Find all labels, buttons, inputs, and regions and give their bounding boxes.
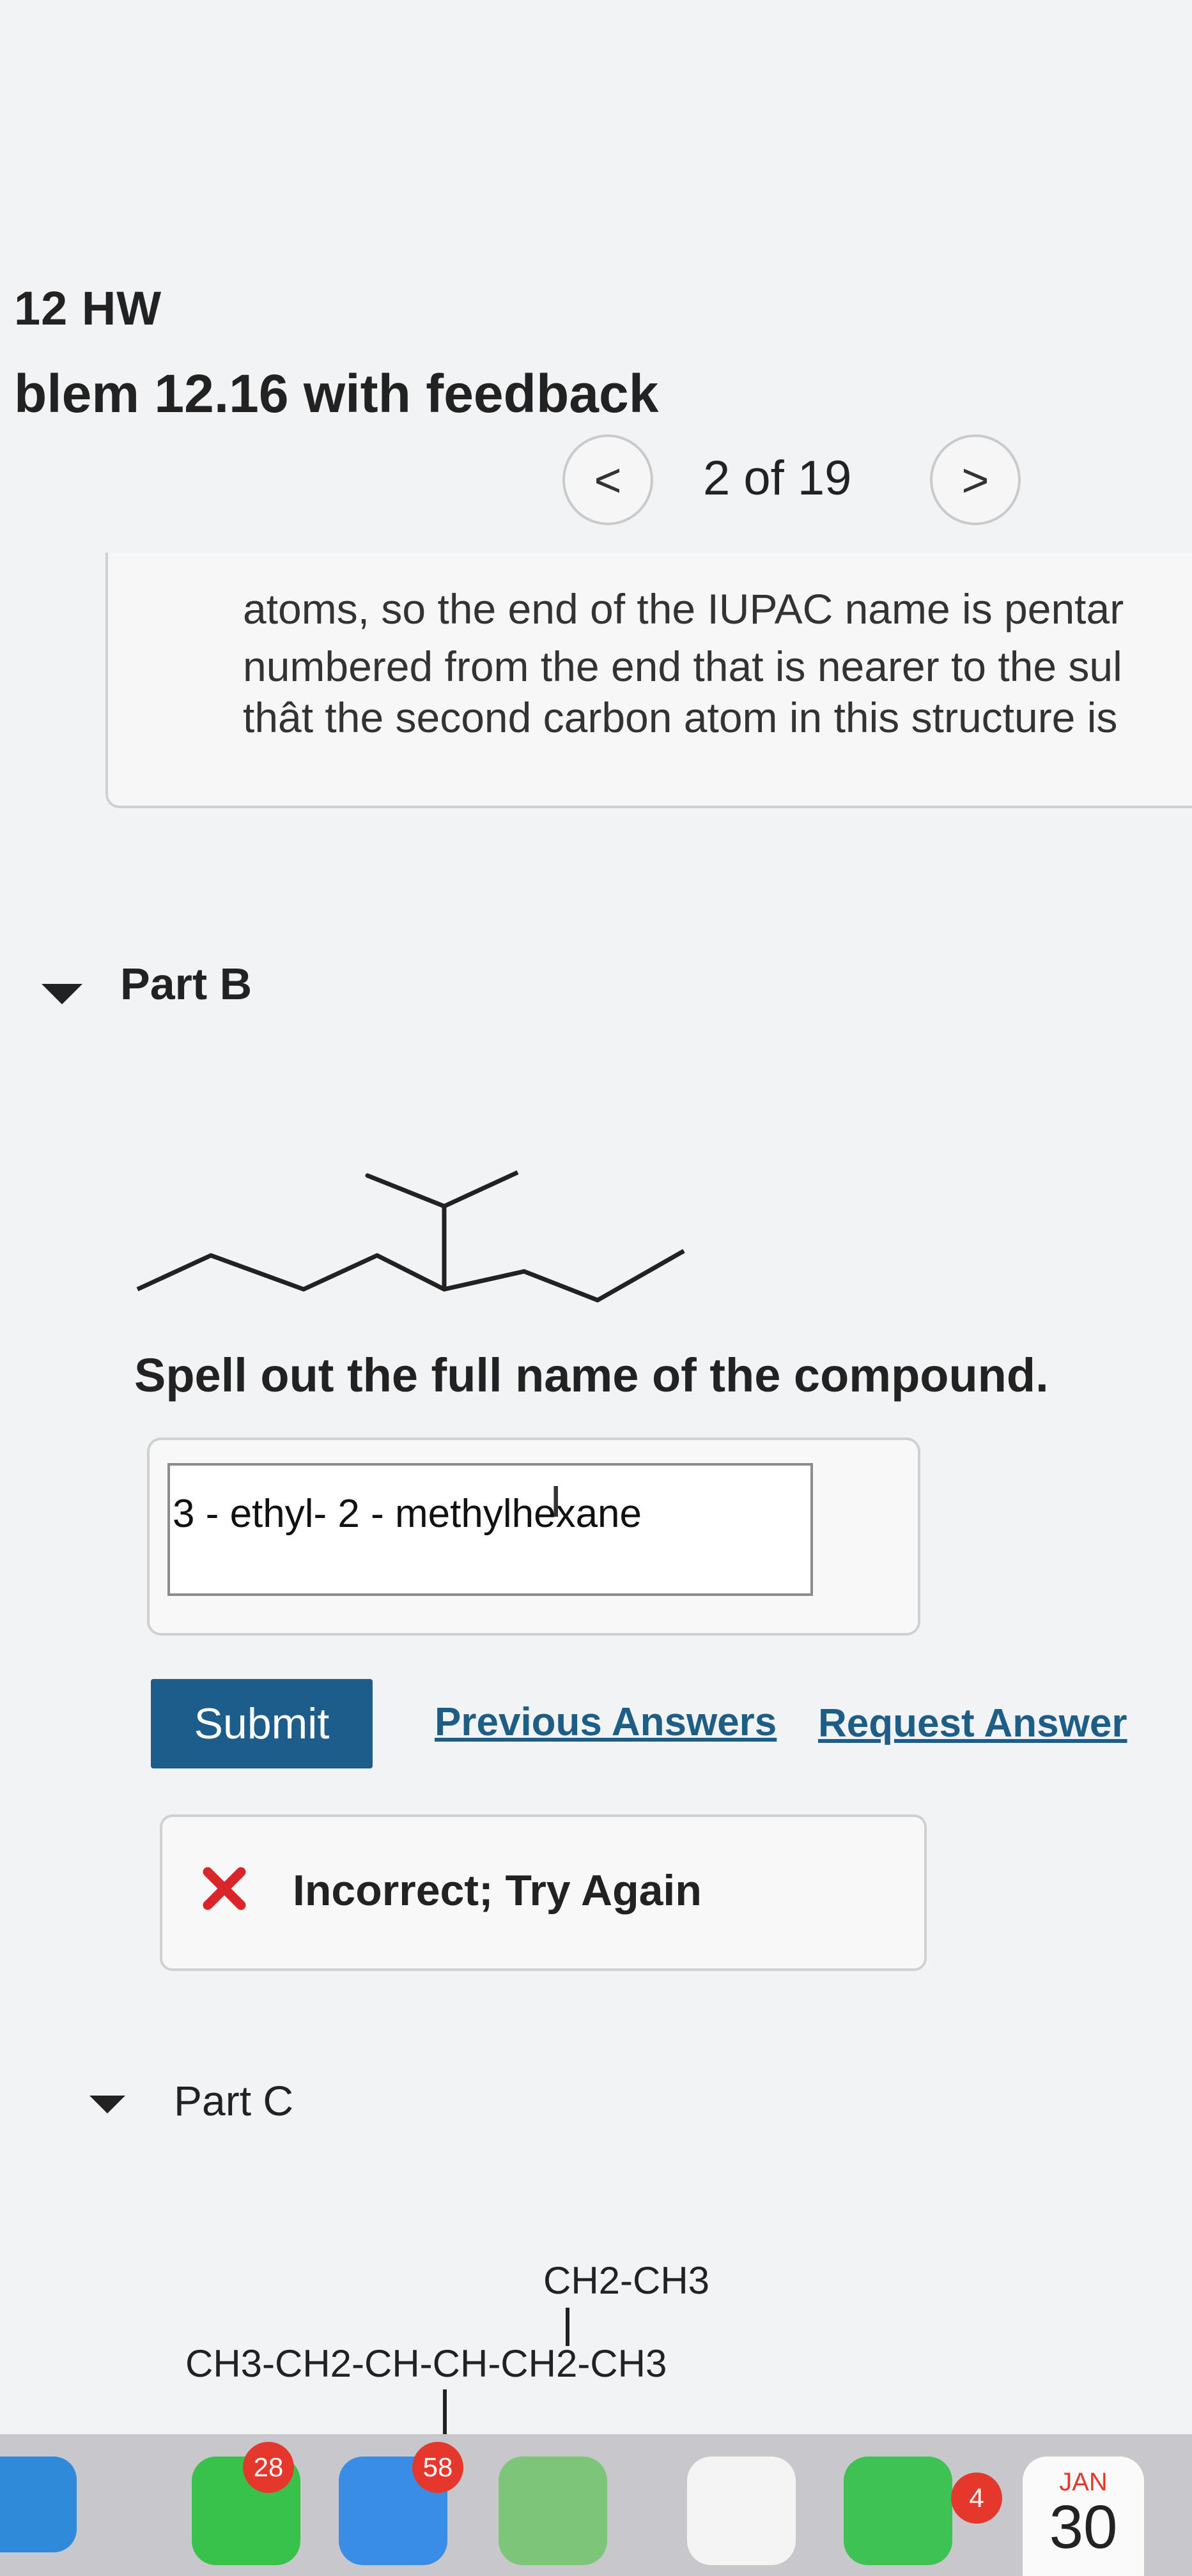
chevron-right-icon: > — [961, 453, 989, 507]
previous-answers-link[interactable]: Previous Answers — [435, 1699, 777, 1745]
bond-line — [443, 2389, 447, 2434]
assignment-title: 12 HW — [14, 282, 162, 335]
part-b-heading[interactable]: Part B — [120, 958, 252, 1009]
result-message: Incorrect; Try Again — [293, 1866, 702, 1915]
problem-title: blem 12.16 with feedback — [14, 364, 659, 424]
bond-line — [566, 2308, 569, 2346]
submit-button[interactable]: Submit — [151, 1679, 373, 1768]
request-answer-link[interactable]: Request Answer — [818, 1701, 1127, 1746]
formula-branch: CH2-CH3 — [543, 2259, 710, 2302]
answer-input[interactable]: 3 - ethyl- 2 - methylhexane — [167, 1463, 813, 1596]
part-c-heading[interactable]: Part C — [174, 2076, 293, 2125]
text-cursor-icon: I — [550, 1476, 562, 1526]
collapse-caret-icon[interactable] — [89, 2096, 125, 2113]
calendar-icon[interactable]: JAN 30 — [1023, 2457, 1144, 2576]
mail-badge: 58 — [412, 2442, 463, 2493]
previous-problem-button[interactable]: < — [562, 434, 653, 525]
next-problem-button[interactable]: > — [930, 434, 1021, 525]
feedback-line: thât the second carbon atom in this stru… — [243, 694, 1118, 741]
chevron-left-icon: < — [594, 453, 622, 507]
feedback-line: atoms, so the end of the IUPAC name is p… — [243, 585, 1124, 632]
problem-position: 2 of 19 — [703, 451, 852, 505]
skeletal-structure-diagram — [136, 1170, 685, 1303]
feedback-line: numbered from the end that is nearer to … — [243, 643, 1122, 690]
calendar-day: 30 — [1049, 2493, 1118, 2561]
formula-main-chain: CH3-CH2-CH-CH-CH2-CH3 — [185, 2342, 667, 2385]
maps-icon[interactable] — [499, 2457, 607, 2565]
facetime-badge: 4 — [951, 2472, 1002, 2524]
photos-icon[interactable] — [687, 2457, 796, 2565]
question-text: Spell out the full name of the compound. — [134, 1349, 1049, 1402]
safari-icon[interactable] — [0, 2457, 77, 2552]
facetime-icon[interactable] — [844, 2457, 952, 2565]
collapse-caret-icon[interactable] — [42, 984, 82, 1004]
messages-badge: 28 — [243, 2442, 294, 2493]
x-mark-icon — [203, 1867, 246, 1910]
